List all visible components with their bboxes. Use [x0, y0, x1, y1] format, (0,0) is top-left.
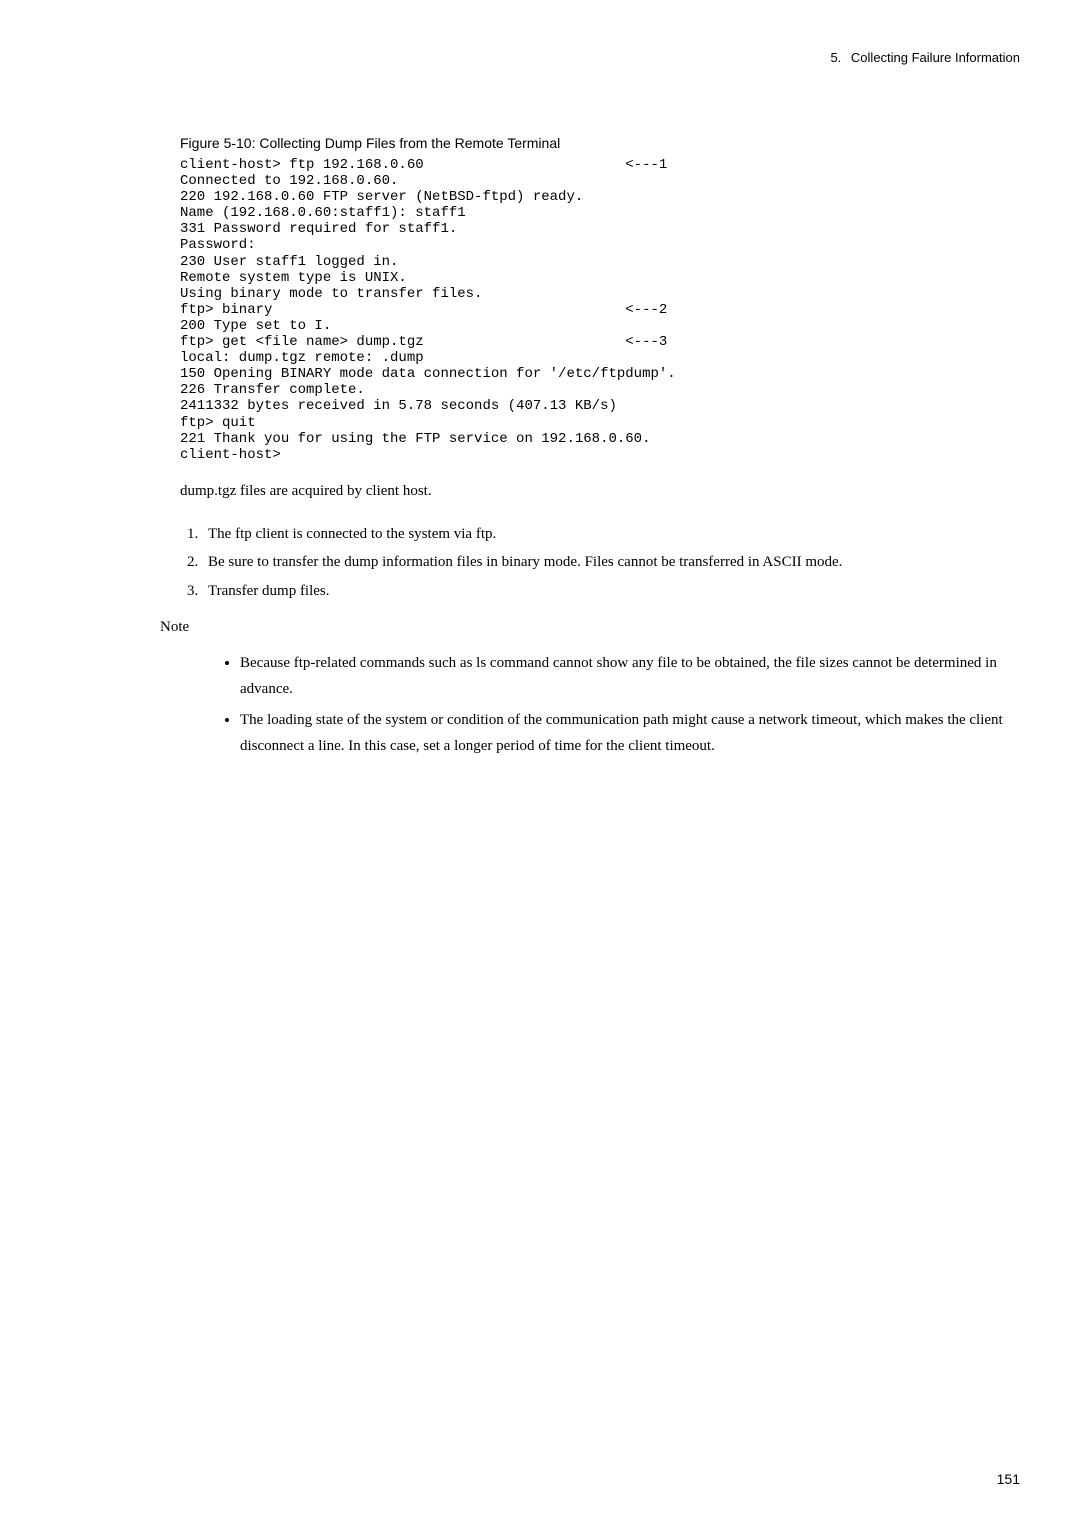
page-number: 151 [997, 1471, 1020, 1487]
running-header: 5. Collecting Failure Information [60, 50, 1020, 65]
notes-list: Because ftp-related commands such as ls … [220, 651, 1020, 759]
note-item: The loading state of the system or condi… [240, 708, 1020, 759]
chapter-number: 5. [830, 50, 841, 65]
chapter-title: Collecting Failure Information [851, 50, 1020, 65]
figure-caption: Figure 5-10: Collecting Dump Files from … [180, 135, 1020, 151]
steps-list: The ftp client is connected to the syste… [180, 520, 1020, 606]
note-label: Note [160, 619, 1020, 636]
acquired-note: dump.tgz files are acquired by client ho… [180, 481, 1020, 502]
step-item: Transfer dump files. [202, 577, 1020, 606]
step-item: Be sure to transfer the dump information… [202, 548, 1020, 577]
page-container: 5. Collecting Failure Information Figure… [0, 0, 1080, 1527]
note-item: Because ftp-related commands such as ls … [240, 651, 1020, 702]
step-item: The ftp client is connected to the syste… [202, 520, 1020, 549]
code-block: client-host> ftp 192.168.0.60 <---1 Conn… [180, 157, 1020, 463]
